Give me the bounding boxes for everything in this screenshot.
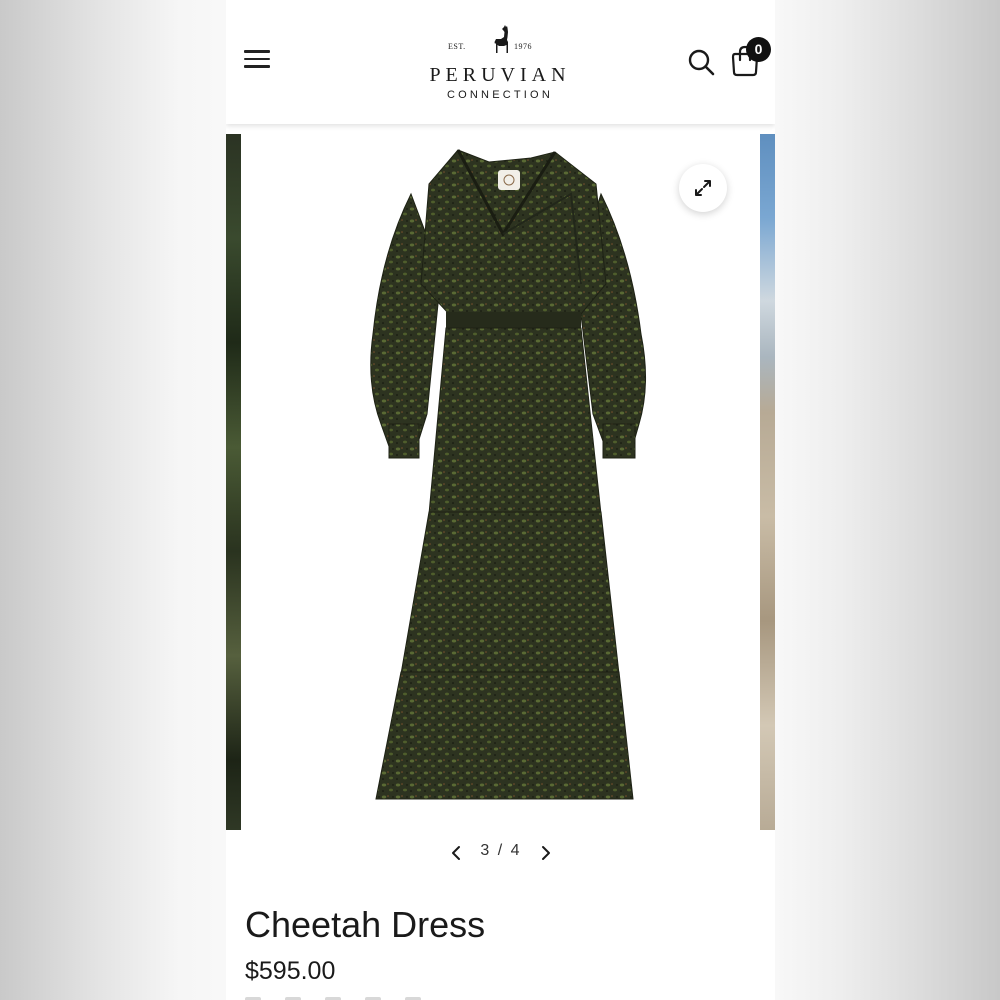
- product-image[interactable]: [241, 134, 760, 830]
- logo-subtitle: CONNECTION: [447, 89, 553, 101]
- rating-stars-partial: [245, 994, 475, 1000]
- image-counter: 3 / 4: [480, 842, 522, 859]
- llama-icon: [494, 25, 508, 53]
- site-header: EST. 1976 PERUVIAN CONNECTION 0: [226, 0, 775, 124]
- expand-icon[interactable]: [679, 164, 727, 212]
- next-image-peek[interactable]: [760, 134, 775, 830]
- product-price: $595.00: [245, 957, 336, 985]
- logo-est-text: EST.: [448, 42, 466, 51]
- logo-year-text: 1976: [514, 42, 532, 51]
- carousel-pagination: 3 / 4: [226, 838, 775, 868]
- logo-name: PERUVIAN: [429, 64, 571, 86]
- previous-image-peek[interactable]: [226, 134, 241, 830]
- hamburger-menu-icon[interactable]: [244, 50, 270, 74]
- product-title: Cheetah Dress: [245, 904, 486, 945]
- chevron-left-icon[interactable]: [448, 844, 466, 862]
- dress-illustration: [370, 149, 646, 800]
- search-icon[interactable]: [687, 48, 715, 76]
- brand-logo[interactable]: EST. 1976 PERUVIAN CONNECTION: [400, 22, 600, 106]
- product-image-carousel[interactable]: [226, 134, 775, 830]
- chevron-right-icon[interactable]: [536, 844, 554, 862]
- mobile-page: EST. 1976 PERUVIAN CONNECTION 0 3 / 4 Ch…: [226, 0, 775, 1000]
- cart-count-badge[interactable]: 0: [746, 37, 771, 62]
